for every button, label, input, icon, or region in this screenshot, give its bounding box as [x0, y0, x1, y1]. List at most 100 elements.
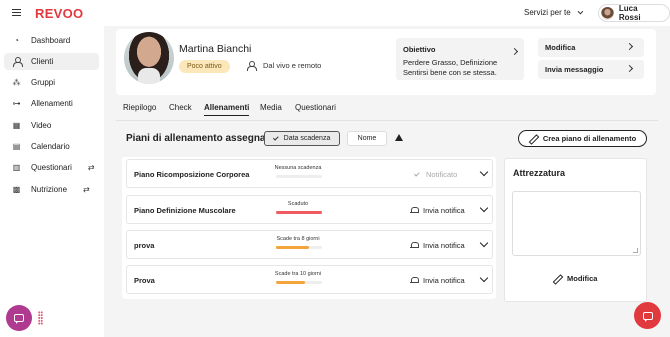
- plan-progress-fill: [276, 281, 305, 284]
- create-plan-button[interactable]: Crea piano di allenamento: [518, 130, 647, 147]
- plan-name: Piano Ricomposizione Corporea: [134, 170, 250, 179]
- plan-name: prova: [134, 241, 155, 250]
- document-icon: ▥: [12, 163, 21, 172]
- edit-equipment-button[interactable]: Modifica: [553, 274, 597, 283]
- client-mode-label: Dal vivo e remoto: [263, 61, 322, 70]
- bell-icon: [410, 242, 419, 249]
- chevron-down-icon[interactable]: [479, 238, 489, 248]
- switch-icon: ⇄: [83, 185, 90, 194]
- check-icon: [413, 170, 420, 177]
- create-plan-label: Crea piano di allenamento: [542, 134, 637, 143]
- chevron-down-icon[interactable]: [479, 273, 489, 283]
- send-notification-button[interactable]: Invia notifica: [410, 276, 465, 285]
- chat-widget-button[interactable]: [6, 305, 32, 331]
- goal-text: Perdere Grasso, Definizione Sentirsi ben…: [403, 58, 498, 77]
- chat-icon: [642, 311, 653, 322]
- sidebar-item-label: Clienti: [31, 57, 54, 66]
- plan-status: Scade tra 10 giorni: [274, 271, 322, 277]
- calendar-icon: ▤: [12, 142, 21, 151]
- sidebar-item-label: Dashboard: [31, 36, 71, 45]
- sidebar-item-nutrizione[interactable]: ▩ Nutrizione ⇄: [4, 181, 99, 198]
- pencil-icon: [553, 275, 561, 283]
- sidebar-item-video[interactable]: ▦ Video: [4, 117, 99, 134]
- send-message-label: Invia messaggio: [545, 65, 604, 74]
- notified-status: Notificato: [413, 170, 457, 179]
- tab-check[interactable]: Check: [169, 103, 192, 112]
- edit-client-label: Modifica: [545, 43, 576, 52]
- client-avatar: [124, 32, 174, 84]
- sidebar-item-label: Allenamenti: [31, 99, 73, 108]
- plan-progress-bar: [276, 175, 322, 178]
- plan-status: Scade tra 8 giorni: [276, 236, 320, 242]
- plan-action-label: Invia notifica: [423, 276, 465, 285]
- plan-progress-bar: [276, 246, 322, 249]
- plan-progress-bar: [276, 281, 322, 284]
- top-bar: REVOO Servizi per te Luca Rossi: [0, 0, 670, 26]
- plan-row[interactable]: Piano Definizione Muscolare Scaduto Invi…: [126, 195, 493, 224]
- tabs-divider: [116, 120, 658, 121]
- sort-direction-icon[interactable]: [395, 134, 403, 141]
- goal-card[interactable]: Obiettivo Perdere Grasso, Definizione Se…: [396, 38, 524, 80]
- sidebar-item-calendario[interactable]: ▤ Calendario: [4, 138, 99, 155]
- sidebar-item-label: Video: [31, 121, 52, 130]
- sidebar-item-allenamenti[interactable]: ⊶ Allenamenti: [4, 95, 99, 112]
- goal-title: Obiettivo: [403, 45, 436, 54]
- status-badge: Poco attivo: [179, 60, 230, 73]
- send-notification-button[interactable]: Invia notifica: [410, 206, 465, 215]
- tab-riepilogo[interactable]: Riepilogo: [123, 103, 156, 112]
- chevron-down-icon: [577, 8, 583, 15]
- bell-icon: [410, 277, 419, 284]
- chevron-right-icon: [625, 42, 634, 51]
- sort-by-date-button[interactable]: Data scadenza: [264, 131, 340, 146]
- sort-name-label: Nome: [357, 135, 377, 142]
- send-message-button[interactable]: Invia messaggio: [538, 60, 644, 79]
- avatar: [601, 6, 614, 20]
- plan-row[interactable]: Prova Scade tra 10 giorni Invia notifica: [126, 265, 493, 294]
- client-name: Martina Bianchi: [179, 43, 252, 55]
- plans-section-title: Piani di allenamento assegnati: [126, 133, 272, 144]
- chevron-down-icon[interactable]: [479, 203, 489, 213]
- drag-handle-icon[interactable]: [38, 311, 43, 325]
- check-icon: [272, 134, 279, 141]
- chevron-down-icon[interactable]: [479, 167, 489, 177]
- plan-action-label: Invia notifica: [423, 206, 465, 215]
- support-chat-button[interactable]: [634, 302, 661, 329]
- tab-media[interactable]: Media: [260, 103, 282, 112]
- plan-name: Piano Definizione Muscolare: [134, 206, 236, 215]
- user-icon: [12, 57, 23, 67]
- edit-client-button[interactable]: Modifica: [538, 38, 644, 57]
- sidebar-item-label: Questionari: [31, 163, 72, 172]
- group-icon: ⁂: [12, 78, 21, 87]
- sidebar-item-gruppi[interactable]: ⁂ Gruppi: [4, 74, 99, 91]
- equipment-panel: Attrezzatura Modifica: [504, 158, 647, 302]
- plan-row[interactable]: Piano Ricomposizione Corporea Nessuna sc…: [126, 159, 493, 188]
- film-icon: ▦: [12, 121, 21, 130]
- grid-icon: ▩: [12, 185, 21, 194]
- equipment-textarea[interactable]: [512, 191, 641, 256]
- pencil-icon: [529, 135, 537, 143]
- hamburger-menu-icon[interactable]: [12, 9, 21, 16]
- send-notification-button[interactable]: Invia notifica: [410, 241, 465, 250]
- sidebar-item-clienti[interactable]: Clienti: [4, 53, 99, 70]
- user-menu[interactable]: Luca Rossi: [598, 4, 670, 22]
- gauge-icon: ◔: [14, 36, 19, 45]
- sidebar-item-questionari[interactable]: ▥ Questionari ⇄: [4, 159, 99, 176]
- dumbbell-icon: ⊶: [12, 99, 21, 108]
- client-profile-card: Martina Bianchi Poco attivo Dal vivo e r…: [116, 29, 656, 95]
- switch-icon: ⇄: [87, 163, 95, 172]
- services-dropdown[interactable]: Servizi per te: [524, 8, 583, 17]
- bell-icon: [410, 207, 419, 214]
- client-mode: Dal vivo e remoto: [247, 61, 322, 71]
- tab-questionari[interactable]: Questionari: [295, 103, 336, 112]
- plan-status: Nessuna scadenza: [274, 165, 322, 171]
- sidebar-item-label: Nutrizione: [31, 185, 68, 194]
- user-name: Luca Rossi: [618, 4, 641, 22]
- tab-allenamenti[interactable]: Allenamenti: [204, 103, 250, 116]
- plan-status: Scaduto: [287, 201, 309, 207]
- sort-by-name-button[interactable]: Nome: [347, 131, 387, 146]
- plan-row[interactable]: prova Scade tra 8 giorni Invia notifica: [126, 230, 493, 259]
- plan-progress-bar: [276, 211, 322, 214]
- sidebar-item-dashboard[interactable]: ◔ Dashboard: [4, 32, 99, 49]
- brand-logo[interactable]: REVOO: [35, 6, 83, 21]
- sidebar: ◔ Dashboard Clienti ⁂ Gruppi ⊶ Allenamen…: [0, 26, 104, 337]
